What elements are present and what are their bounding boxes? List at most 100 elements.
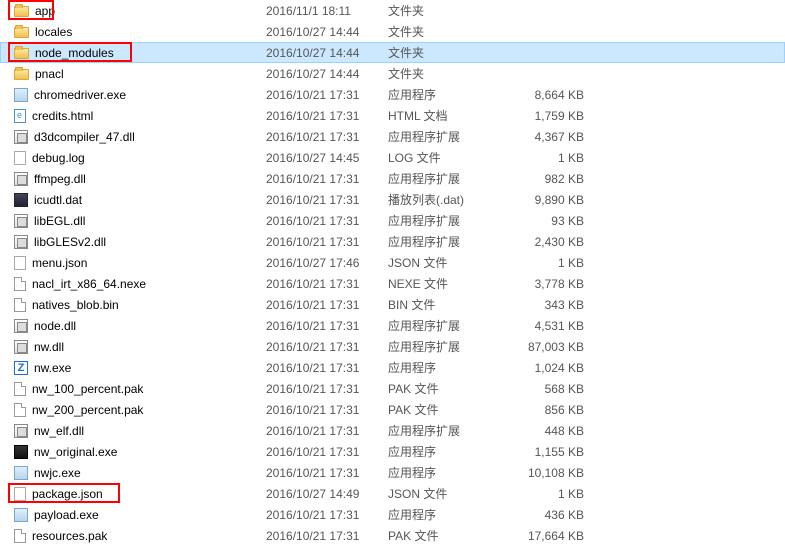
file-name-cell[interactable]: app — [14, 4, 266, 18]
file-date: 2016/10/21 17:31 — [266, 424, 388, 438]
file-row[interactable]: icudtl.dat2016/10/21 17:31播放列表(.dat)9,89… — [0, 189, 785, 210]
file-row[interactable]: debug.log2016/10/27 14:45LOG 文件1 KB — [0, 147, 785, 168]
file-row[interactable]: app2016/11/1 18:11文件夹 — [0, 0, 785, 21]
file-name-cell[interactable]: debug.log — [14, 151, 266, 165]
json-icon — [14, 487, 26, 501]
file-name-cell[interactable]: nacl_irt_x86_64.nexe — [14, 277, 266, 291]
file-icon — [14, 382, 26, 396]
file-type: JSON 文件 — [388, 254, 508, 271]
file-name-cell[interactable]: chromedriver.exe — [14, 88, 266, 102]
file-row[interactable]: pnacl2016/10/27 14:44文件夹 — [0, 63, 785, 84]
file-name-cell[interactable]: locales — [14, 25, 266, 39]
file-size: 2,430 KB — [508, 235, 590, 249]
file-name-cell[interactable]: nw_original.exe — [14, 445, 266, 459]
file-size: 4,367 KB — [508, 130, 590, 144]
file-row[interactable]: ffmpeg.dll2016/10/21 17:31应用程序扩展982 KB — [0, 168, 785, 189]
file-name: locales — [35, 25, 72, 39]
file-row[interactable]: nw_200_percent.pak2016/10/21 17:31PAK 文件… — [0, 399, 785, 420]
json-icon — [14, 256, 26, 270]
file-name-cell[interactable]: nw_100_percent.pak — [14, 382, 266, 396]
file-row[interactable]: Znw.exe2016/10/21 17:31应用程序1,024 KB — [0, 357, 785, 378]
file-type: 文件夹 — [388, 44, 508, 61]
file-name: nw.dll — [34, 340, 64, 354]
file-name-cell[interactable]: nw_200_percent.pak — [14, 403, 266, 417]
file-name: node_modules — [35, 46, 114, 60]
file-type: 应用程序扩展 — [388, 422, 508, 439]
dat-icon — [14, 193, 28, 207]
file-type: 应用程序 — [388, 86, 508, 103]
folder-icon — [14, 27, 29, 38]
file-type: 应用程序 — [388, 506, 508, 523]
file-row[interactable]: libEGL.dll2016/10/21 17:31应用程序扩展93 KB — [0, 210, 785, 231]
file-row[interactable]: natives_blob.bin2016/10/21 17:31BIN 文件34… — [0, 294, 785, 315]
file-name-cell[interactable]: nw.dll — [14, 340, 266, 354]
file-size: 1 KB — [508, 487, 590, 501]
file-row[interactable]: nacl_irt_x86_64.nexe2016/10/21 17:31NEXE… — [0, 273, 785, 294]
file-name: resources.pak — [32, 529, 107, 543]
file-list[interactable]: app2016/11/1 18:11文件夹locales2016/10/27 1… — [0, 0, 785, 546]
file-name-cell[interactable]: menu.json — [14, 256, 266, 270]
file-type: 应用程序 — [388, 443, 508, 460]
file-row[interactable]: node_modules2016/10/27 14:44文件夹 — [0, 42, 785, 63]
file-name-cell[interactable]: icudtl.dat — [14, 193, 266, 207]
file-icon — [14, 277, 26, 291]
file-row[interactable]: d3dcompiler_47.dll2016/10/21 17:31应用程序扩展… — [0, 126, 785, 147]
file-name: nacl_irt_x86_64.nexe — [32, 277, 146, 291]
dll-icon — [14, 319, 28, 333]
file-date: 2016/10/21 17:31 — [266, 298, 388, 312]
file-name-cell[interactable]: Znw.exe — [14, 361, 266, 375]
file-name-cell[interactable]: node.dll — [14, 319, 266, 333]
file-size: 1 KB — [508, 151, 590, 165]
file-name-cell[interactable]: pnacl — [14, 67, 266, 81]
file-name-cell[interactable]: libEGL.dll — [14, 214, 266, 228]
file-name-cell[interactable]: nwjc.exe — [14, 466, 266, 480]
file-size: 10,108 KB — [508, 466, 590, 480]
file-row[interactable]: locales2016/10/27 14:44文件夹 — [0, 21, 785, 42]
file-row[interactable]: credits.html2016/10/21 17:31HTML 文档1,759… — [0, 105, 785, 126]
file-name: credits.html — [32, 109, 93, 123]
file-type: NEXE 文件 — [388, 275, 508, 292]
file-name-cell[interactable]: nw_elf.dll — [14, 424, 266, 438]
file-name-cell[interactable]: credits.html — [14, 109, 266, 123]
file-size: 1,024 KB — [508, 361, 590, 375]
file-row[interactable]: menu.json2016/10/27 17:46JSON 文件1 KB — [0, 252, 785, 273]
file-name-cell[interactable]: d3dcompiler_47.dll — [14, 130, 266, 144]
file-name-cell[interactable]: package.json — [14, 487, 266, 501]
file-type: 应用程序扩展 — [388, 233, 508, 250]
file-name-cell[interactable]: resources.pak — [14, 529, 266, 543]
file-name-cell[interactable]: ffmpeg.dll — [14, 172, 266, 186]
file-row[interactable]: nwjc.exe2016/10/21 17:31应用程序10,108 KB — [0, 462, 785, 483]
file-row[interactable]: nw_elf.dll2016/10/21 17:31应用程序扩展448 KB — [0, 420, 785, 441]
file-row[interactable]: nw_original.exe2016/10/21 17:31应用程序1,155… — [0, 441, 785, 462]
file-name-cell[interactable]: node_modules — [14, 46, 266, 60]
file-size: 4,531 KB — [508, 319, 590, 333]
file-date: 2016/10/21 17:31 — [266, 508, 388, 522]
file-row[interactable]: payload.exe2016/10/21 17:31应用程序436 KB — [0, 504, 785, 525]
file-type: HTML 文档 — [388, 107, 508, 124]
file-type: 应用程序 — [388, 359, 508, 376]
file-row[interactable]: package.json2016/10/27 14:49JSON 文件1 KB — [0, 483, 785, 504]
file-date: 2016/10/21 17:31 — [266, 361, 388, 375]
file-size: 17,664 KB — [508, 529, 590, 543]
file-date: 2016/10/27 14:49 — [266, 487, 388, 501]
file-name-cell[interactable]: payload.exe — [14, 508, 266, 522]
file-row[interactable]: libGLESv2.dll2016/10/21 17:31应用程序扩展2,430… — [0, 231, 785, 252]
exe-icon — [14, 88, 28, 102]
file-row[interactable]: nw.dll2016/10/21 17:31应用程序扩展87,003 KB — [0, 336, 785, 357]
file-type: 应用程序扩展 — [388, 317, 508, 334]
file-name: package.json — [32, 487, 103, 501]
file-row[interactable]: node.dll2016/10/21 17:31应用程序扩展4,531 KB — [0, 315, 785, 336]
file-row[interactable]: chromedriver.exe2016/10/21 17:31应用程序8,66… — [0, 84, 785, 105]
file-row[interactable]: resources.pak2016/10/21 17:31PAK 文件17,66… — [0, 525, 785, 546]
file-date: 2016/10/21 17:31 — [266, 382, 388, 396]
file-date: 2016/10/27 14:45 — [266, 151, 388, 165]
file-date: 2016/10/21 17:31 — [266, 403, 388, 417]
file-name-cell[interactable]: libGLESv2.dll — [14, 235, 266, 249]
file-row[interactable]: nw_100_percent.pak2016/10/21 17:31PAK 文件… — [0, 378, 785, 399]
file-name-cell[interactable]: natives_blob.bin — [14, 298, 266, 312]
file-date: 2016/10/21 17:31 — [266, 172, 388, 186]
file-type: PAK 文件 — [388, 401, 508, 418]
file-icon — [14, 403, 26, 417]
folder-icon — [14, 48, 29, 59]
file-size: 343 KB — [508, 298, 590, 312]
